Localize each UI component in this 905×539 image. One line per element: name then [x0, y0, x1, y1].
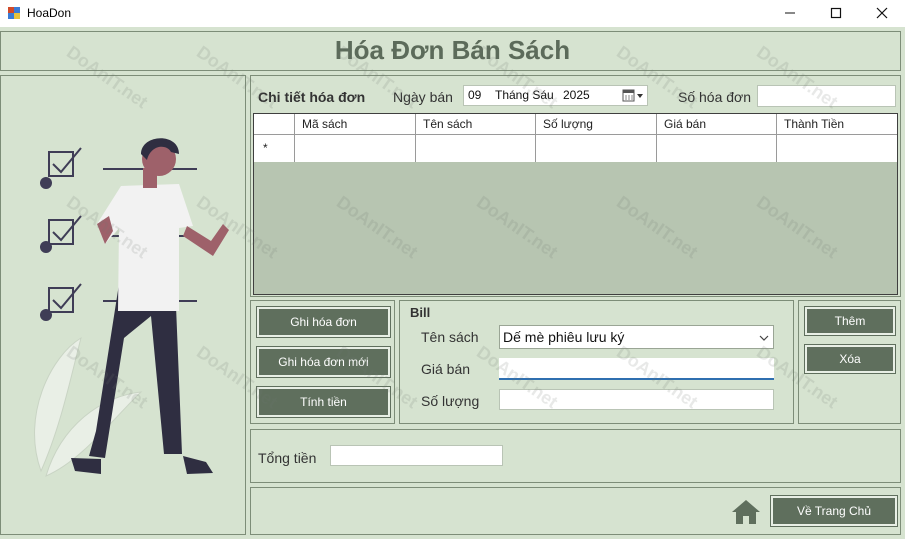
bill-group-label: Bill: [410, 305, 431, 320]
window-titlebar[interactable]: HoaDon: [0, 0, 905, 27]
minimize-button[interactable]: [767, 0, 813, 26]
calendar-dropdown-icon[interactable]: [622, 89, 646, 103]
app-icon: [8, 7, 20, 19]
table-row[interactable]: *: [254, 135, 897, 162]
maximize-icon: [830, 7, 842, 19]
quantity-label: Số lượng: [421, 393, 480, 409]
quantity-input[interactable]: [499, 389, 774, 410]
close-icon: [876, 7, 888, 19]
delete-item-button[interactable]: Xóa: [804, 344, 896, 374]
date-picker[interactable]: 09 Tháng Sáu 2025: [463, 85, 648, 106]
close-button[interactable]: [859, 0, 905, 26]
price-label: Giá bán: [421, 361, 471, 377]
chevron-down-icon: [759, 335, 769, 341]
illustration-panel: [0, 75, 246, 535]
home-icon[interactable]: [731, 499, 761, 525]
add-item-button[interactable]: Thêm: [804, 306, 896, 336]
grid-cell[interactable]: [415, 135, 535, 162]
book-name-selected: Dế mè phiêu lưu ký: [503, 329, 625, 345]
person-checklist-illustration: [34, 138, 229, 477]
minimize-icon: [785, 12, 795, 14]
grid-column-total[interactable]: Thành Tiền: [776, 114, 897, 134]
date-month: Tháng Sáu: [495, 88, 554, 102]
checklist-item-icon: [48, 147, 82, 313]
grid-column-price[interactable]: Giá bán: [656, 114, 776, 134]
window-title: HoaDon: [27, 6, 72, 20]
book-name-label: Tên sách: [421, 329, 479, 345]
invoice-details-grid[interactable]: Mã sách Tên sách Số lượng Giá bán Thành …: [253, 113, 898, 295]
page-title: Hóa Đơn Bán Sách: [334, 35, 571, 65]
total-label: Tổng tiền: [258, 450, 317, 466]
book-name-select[interactable]: Dế mè phiêu lưu ký: [499, 325, 774, 349]
grid-cell[interactable]: [535, 135, 656, 162]
invoice-number-input[interactable]: [757, 85, 896, 107]
maximize-button[interactable]: [813, 0, 859, 26]
grid-cell[interactable]: [294, 135, 415, 162]
total-input[interactable]: [330, 445, 503, 466]
date-day: 09: [468, 88, 482, 102]
price-input[interactable]: [499, 358, 774, 380]
grid-column-book-id[interactable]: Mã sách: [294, 114, 415, 134]
grid-header-row: Mã sách Tên sách Số lượng Giá bán Thành …: [254, 114, 897, 135]
back-to-home-button[interactable]: Về Trang Chủ: [770, 495, 898, 527]
details-section-label: Chi tiết hóa đơn: [258, 89, 366, 105]
grid-column-quantity[interactable]: Số lượng: [535, 114, 656, 134]
save-new-invoice-button[interactable]: Ghi hóa đơn mới: [256, 346, 391, 378]
grid-cell[interactable]: [656, 135, 776, 162]
new-row-marker: *: [263, 141, 268, 155]
date-year: 2025: [563, 88, 590, 102]
invoice-number-label: Số hóa đơn: [678, 89, 752, 105]
grid-cell[interactable]: [776, 135, 897, 162]
grid-column-book-name[interactable]: Tên sách: [415, 114, 535, 134]
save-invoice-button[interactable]: Ghi hóa đơn: [256, 306, 391, 338]
calculate-button[interactable]: Tính tiền: [256, 386, 391, 418]
date-label: Ngày bán: [393, 89, 453, 105]
form-client-area: Hóa Đơn Bán Sách Chi tiết hóa đơn Ngày b…: [0, 27, 905, 539]
